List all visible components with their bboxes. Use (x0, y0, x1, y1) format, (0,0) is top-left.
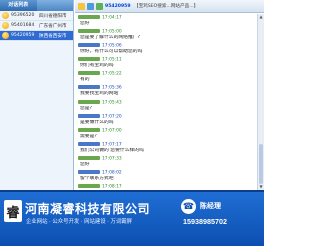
message-time: 17:05:06 (102, 43, 122, 49)
contact-id: 95401684 (11, 23, 35, 28)
contact-id: 95396520 (11, 13, 35, 18)
contact-list-panel: 对话列表 95396520 四川省德阳市 95401684 广东省广州市 9542095… (0, 0, 74, 190)
message-time: 17:05:36 (102, 85, 122, 91)
contact-location: 广东省广州市 (39, 23, 67, 29)
message-time: 17:05:43 (102, 100, 122, 106)
contact-item[interactable]: 95401684 广东省广州市 (0, 21, 73, 31)
user-icon[interactable] (96, 2, 103, 10)
sender-name (78, 127, 100, 132)
company-name: 河南凝睿科技有限公司 (25, 202, 151, 216)
phone-number[interactable]: 15938985702 (183, 217, 227, 226)
message-time: 17:07:17 (102, 142, 122, 148)
company-banner: 睿 河南凝睿科技有限公司 企业网站 · 公众号开发 · 网站建设 · 万词霸屏 … (0, 190, 264, 246)
chat-message: 17:05:43 您是? (78, 99, 253, 112)
phone-icon: ☎ (181, 199, 196, 214)
chat-message: 17:07:33 您好 (78, 155, 253, 168)
sender-name (78, 29, 100, 34)
message-text: 是要做什么的吗 (80, 119, 114, 125)
message-time: 17:04:17 (102, 15, 122, 21)
sender-name (78, 113, 100, 118)
contact-location: 四川省德阳市 (39, 13, 67, 19)
chat-message: 17:05:06 你好，有什么可以帮助您的吗 (78, 43, 253, 55)
sender-name (78, 57, 100, 62)
contact-person: 陈经理 (200, 203, 221, 210)
visitor-avatar-icon (2, 22, 9, 29)
contact-id: 95420959 (11, 33, 35, 38)
chat-message: 17:05:11 你们有宝鸡的吗 (78, 57, 253, 69)
chat-title: 95420959 【宝鸡SEO搜索...网站产品...】 (105, 3, 198, 9)
message-text: 你们有宝鸡的吗 (80, 63, 114, 69)
sender-name (78, 43, 100, 48)
message-time: 17:08:02 (102, 170, 122, 176)
visitor-id: 95420959 (105, 4, 131, 9)
visitor-meta: 【宝鸡SEO搜索...网站产品...】 (134, 4, 199, 9)
logo-glyph: 睿 (6, 205, 20, 221)
message-text: 我要找宝鸡的网站 (80, 91, 119, 97)
emoji-icon[interactable] (78, 2, 85, 10)
contact-items: 95396520 四川省德阳市 95401684 广东省广州市 95420959 陕西省西… (0, 11, 73, 41)
scroll-thumb[interactable] (259, 144, 263, 184)
message-time: 17:05:11 (102, 57, 122, 63)
message-time: 17:05:22 (102, 71, 122, 77)
sender-name (78, 170, 100, 175)
chat-message: 17:05:36 我要找宝鸡的网站 (78, 85, 253, 97)
tab-conversation-list[interactable]: 对话列表 (0, 0, 37, 11)
message-text: 留个联系方式吧 (80, 176, 114, 182)
chat-message: 17:07:00 需要是? (78, 127, 253, 140)
message-text: 需要是? (80, 133, 97, 139)
contact-location: 陕西省西安市 (39, 33, 67, 39)
sender-name (78, 71, 100, 76)
sender-name (78, 15, 100, 19)
visitor-avatar-icon (2, 32, 9, 39)
chat-bubble-icon[interactable] (87, 2, 94, 10)
company-slogan: 企业网站 · 公众号开发 · 网站建设 · 万词霸屏 (26, 219, 133, 225)
scroll-up-arrow-icon[interactable]: ▲ (258, 14, 264, 20)
chat-message: 17:08:02 留个联系方式吧 (78, 170, 253, 182)
message-text: 您好 (80, 161, 90, 167)
chat-scrollbar[interactable]: ▲ ▼ (257, 14, 264, 190)
sender-name (78, 184, 100, 189)
message-time: 17:08:17 (102, 184, 122, 190)
chat-message: 17:07:17 我们公司做的 您要什么样的吗 (78, 141, 253, 154)
message-time: 17:07:33 (102, 156, 122, 162)
company-logo: 睿 (4, 200, 22, 222)
message-text: 你好，有什么可以帮助您的吗 (80, 49, 143, 55)
sender-name (78, 155, 100, 160)
visitor-avatar-icon (2, 12, 9, 19)
contact-item[interactable]: 95396520 四川省德阳市 (0, 11, 73, 21)
message-text: 您是要了解什么的网络推广? (80, 35, 141, 41)
message-text: 我们公司做的 您要什么样的吗 (80, 147, 144, 153)
sender-name (78, 85, 100, 90)
chat-message: 17:05:22 有的 (78, 71, 253, 83)
contact-item[interactable]: 95420959 陕西省西安市 (0, 31, 73, 41)
tab-secondary[interactable] (36, 0, 73, 11)
chat-panel: 95420959 【宝鸡SEO搜索...网站产品...】 17:04:17 您好 1… (75, 0, 264, 190)
message-text: 您是? (80, 105, 93, 111)
message-list: 17:04:17 您好 17:05:00 您是要了解什么的网络推广? 17:05:06 你… (75, 14, 256, 190)
message-text: 有的 (80, 77, 90, 83)
contact-list-tabs: 对话列表 (0, 0, 73, 11)
chat-toolbar: 95420959 【宝鸡SEO搜索...网站产品...】 (75, 0, 264, 13)
chat-message: 17:07:20 是要做什么的吗 (78, 113, 253, 126)
message-time: 17:05:00 (102, 29, 122, 35)
chat-message: 17:04:17 您好 (78, 15, 253, 27)
sender-name (78, 141, 100, 146)
message-time: 17:07:00 (102, 128, 122, 134)
chat-message: 17:05:00 您是要了解什么的网络推广? (78, 29, 253, 41)
message-text: 您好 (80, 21, 90, 26)
message-time: 17:07:20 (102, 114, 122, 120)
sender-name (78, 99, 100, 104)
